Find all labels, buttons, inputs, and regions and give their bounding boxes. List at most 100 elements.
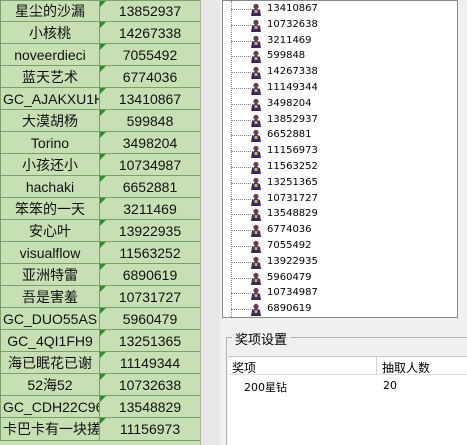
tree-item[interactable]: 599848 (223, 48, 443, 64)
table-row[interactable]: GC_CDH22C96 13548829 (0, 395, 200, 418)
table-row[interactable]: 海已眠花已谢 11149344 (0, 351, 200, 374)
table-row[interactable]: 笨笨的一天 3211469 (0, 197, 200, 220)
tree-item[interactable]: 11156973 (223, 143, 443, 159)
user-figure-icon (249, 160, 263, 174)
cell-nickname[interactable]: 海已眠花已谢 (0, 351, 100, 374)
table-row[interactable]: 52海52 10732638 (0, 373, 200, 396)
cell-nickname[interactable]: GC_4QI1FH9 (0, 329, 100, 352)
cell-user-id[interactable]: 11149344 (99, 351, 200, 374)
cell-user-id[interactable]: 10731727 (99, 285, 200, 308)
tree-item-label: 13548829 (267, 208, 318, 220)
tree-item[interactable]: 10734987 (223, 285, 443, 301)
table-row[interactable]: GC_4QI1FH9 13251365 (0, 329, 200, 352)
user-figure-icon (249, 223, 263, 238)
table-row[interactable]: noveerdieci 7055492 (0, 43, 200, 66)
cell-user-id[interactable]: 13548829 (99, 395, 200, 418)
tree-item[interactable]: 14267338 (223, 64, 443, 80)
column-header-prize[interactable]: 奖项 (232, 359, 256, 376)
cell-nickname[interactable]: 笨笨的一天 (0, 197, 100, 220)
cell-user-id[interactable]: 3211469 (99, 197, 200, 220)
cell-nickname[interactable]: 星尘的沙漏 (0, 0, 100, 22)
user-figure-icon (249, 286, 263, 301)
user-figure-icon (249, 128, 263, 143)
cell-user-id[interactable]: 6652881 (99, 175, 200, 198)
winner-id-tree[interactable]: 13410867 10732638 3211469 599848 14267338 111… (222, 0, 458, 318)
tree-item[interactable]: 13852937 (223, 112, 443, 128)
cell-nickname[interactable]: GC_AJAKXU1H (0, 87, 100, 110)
cell-nickname[interactable]: 蓝天艺术 (0, 65, 100, 88)
table-row[interactable]: 吾是害羞 10731727 (0, 285, 200, 308)
table-row[interactable]: hachaki 6652881 (0, 175, 200, 198)
tree-item[interactable]: 13922935 (223, 254, 443, 270)
cell-user-id[interactable]: 6890619 (99, 263, 200, 286)
cell-user-id[interactable]: 6774036 (99, 65, 200, 88)
cell-user-id[interactable]: 10734987 (99, 153, 200, 176)
prize-cell-name[interactable]: 200星钻 (244, 379, 287, 395)
tree-item[interactable]: 13410867 (223, 1, 443, 17)
cell-user-id[interactable]: 13410867 (99, 87, 200, 110)
cell-nickname[interactable]: 大漠胡杨 (0, 109, 100, 132)
tree-item[interactable]: 7055492 (223, 238, 443, 254)
table-row[interactable]: 大漠胡杨 599848 (0, 109, 200, 132)
cell-user-id[interactable]: 11563252 (99, 241, 200, 264)
table-row[interactable]: 卡巴卡有一块搓脚11156973 (0, 417, 200, 441)
cell-user-id[interactable]: 599848 (99, 109, 200, 132)
cell-nickname[interactable]: 52海52 (0, 373, 100, 396)
tree-item-label: 13410867 (267, 3, 318, 14)
user-figure-icon (249, 176, 263, 190)
table-row[interactable]: 星尘的沙漏 13852937 (0, 0, 200, 22)
table-row[interactable]: visualflow 11563252 (0, 241, 200, 264)
table-row[interactable]: 亚洲特雷 6890619 (0, 263, 200, 286)
cell-user-id[interactable]: 5960479 (99, 307, 200, 330)
prize-list[interactable]: 奖项 抽取人数 200星钻 20 (228, 356, 467, 445)
winners-spreadsheet[interactable]: 星尘的沙漏 13852937 小核桃 14267338 noveerdieci 70554… (0, 0, 200, 445)
cell-nickname[interactable]: 亚洲特雷 (0, 263, 100, 286)
tree-item[interactable]: 13548829 (223, 206, 443, 222)
tree-item-label: 11149344 (267, 82, 318, 93)
cell-nickname[interactable]: 卡巴卡有一块搓脚 (0, 417, 100, 441)
table-row[interactable]: 小核桃 14267338 (0, 21, 200, 44)
cell-user-id[interactable]: 13251365 (99, 329, 200, 352)
table-row[interactable]: GC_AJAKXU1H 13410867 (0, 87, 200, 110)
cell-user-id[interactable]: 13852937 (99, 0, 200, 22)
cell-user-id[interactable]: 13922935 (99, 219, 200, 242)
table-row[interactable]: 小孩还小 10734987 (0, 153, 200, 176)
table-row[interactable]: GC_DUO55AS 5960479 (0, 307, 200, 330)
cell-user-id[interactable]: 3498204 (99, 131, 200, 154)
prize-cell-count[interactable]: 20 (383, 379, 397, 392)
cell-nickname[interactable]: hachaki (0, 175, 100, 198)
cell-nickname[interactable]: Torino (0, 131, 100, 154)
cell-user-id[interactable]: 14267338 (99, 21, 200, 44)
tree-item[interactable]: 11563252 (223, 159, 443, 175)
tree-item[interactable]: 13251365 (223, 175, 443, 191)
user-figure-icon (249, 18, 263, 32)
tree-item[interactable]: 11149344 (223, 80, 443, 96)
user-figure-icon (249, 97, 263, 111)
tree-item[interactable]: 6774036 (223, 222, 443, 238)
tree-item[interactable]: 3498204 (223, 96, 443, 112)
tree-item-label: 11563252 (267, 161, 318, 172)
tree-item[interactable]: 10732638 (223, 17, 443, 33)
cell-user-id[interactable]: 10732638 (99, 373, 200, 396)
cell-user-id[interactable]: 11156973 (99, 417, 200, 441)
tree-item[interactable]: 6652881 (223, 127, 443, 143)
tree-item[interactable]: 3211469 (223, 33, 443, 49)
cell-nickname[interactable]: 吾是害羞 (0, 285, 100, 308)
tree-item[interactable]: 6890619 (223, 301, 443, 317)
table-row[interactable]: 安心叶 13922935 (0, 219, 200, 242)
column-header-count[interactable]: 抽取人数 (382, 359, 430, 376)
cell-nickname[interactable]: 安心叶 (0, 219, 100, 242)
user-figure-icon (249, 2, 263, 16)
tree-item[interactable]: 5960479 (223, 270, 443, 286)
cell-nickname[interactable]: GC_CDH22C96 (0, 395, 100, 418)
cell-nickname[interactable]: 小核桃 (0, 21, 100, 44)
cell-nickname[interactable]: GC_DUO55AS (0, 307, 100, 330)
cell-nickname[interactable]: noveerdieci (0, 43, 100, 66)
cell-nickname[interactable]: 小孩还小 (0, 153, 100, 176)
table-row[interactable]: Torino 3498204 (0, 131, 200, 154)
tree-item[interactable]: 10731727 (223, 191, 443, 207)
cell-user-id[interactable]: 7055492 (99, 43, 200, 66)
column-separator[interactable] (376, 357, 377, 375)
cell-nickname[interactable]: visualflow (0, 241, 100, 264)
table-row[interactable]: 蓝天艺术 6774036 (0, 65, 200, 88)
